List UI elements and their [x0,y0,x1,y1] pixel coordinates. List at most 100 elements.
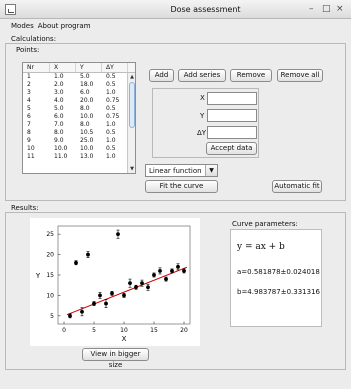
table-row[interactable]: 9 9.0 25.0 1.0 [23,137,135,145]
point-marker [134,285,138,290]
table-cell: 18.0 [80,81,94,88]
function-select-value: Linear function [149,167,202,175]
calculations-label: Calculations: [11,35,57,43]
chevron-down-icon[interactable]: ▼ [205,165,217,176]
col-header-x[interactable]: X [50,63,76,72]
table-row[interactable]: 10 10.0 10.0 0.5 [23,145,135,153]
y-tick-label: 5 [50,313,54,320]
table-cell: 0.5 [106,73,116,80]
col-header-y[interactable]: Y [76,63,102,72]
table-row[interactable]: 8 8.0 10.5 0.5 [23,129,135,137]
y-tick-label: 25 [46,231,54,238]
points-table[interactable]: Nr X Y ΔY 1 1.0 5.0 0.5 2 2.0 18.0 0.5 3 3.0 6.0 1.… [22,62,136,174]
table-cell: 0.75 [106,113,120,120]
table-cell: 10.5 [80,129,94,136]
table-cell: 3.0 [54,89,64,96]
curve-parameters-label: Curve parameters: [232,220,298,228]
x-axis-label: X [122,335,127,343]
table-cell: 10.0 [80,113,94,120]
add-series-button[interactable]: Add series [178,69,226,82]
automatic-fit-button[interactable]: Automatic fit [272,180,322,193]
param-b: b=4.983787±0.331316 [237,288,320,296]
table-cell: 5 [27,105,31,112]
point-marker [104,301,108,306]
table-cell: 0.5 [106,81,116,88]
point-marker [158,269,162,273]
table-cell: 1.0 [106,121,116,128]
table-cell: 11.0 [54,153,68,160]
dy-input[interactable] [207,126,257,139]
y-input[interactable] [207,109,257,122]
table-cell: 0.75 [106,97,120,104]
x-label: X [200,94,205,102]
maximize-icon[interactable]: □ [322,4,331,15]
results-label: Results: [11,204,39,212]
point-marker [146,285,150,290]
point-marker [152,273,156,277]
point-marker [164,277,168,281]
point-marker [176,264,180,269]
plot-frame [57,225,191,325]
x-input[interactable] [207,92,257,105]
minimize-icon[interactable]: – [309,4,314,15]
add-button[interactable]: Add [149,69,174,82]
point-marker [128,281,132,286]
table-cell: 1.0 [54,73,64,80]
table-cell: 25.0 [80,137,94,144]
x-tick-label: 0 [62,327,66,334]
table-row[interactable]: 5 5.0 8.0 0.5 [23,105,135,113]
menu-bar: Modes About program [0,21,351,32]
table-cell: 2 [27,81,31,88]
table-cell: 3 [27,89,31,96]
col-header-nr[interactable]: Nr [23,63,50,72]
scroll-up-icon[interactable]: ▲ [128,73,135,81]
table-cell: 10 [27,145,35,152]
scroll-thumb[interactable] [129,82,135,128]
table-row[interactable]: 6 6.0 10.0 0.75 [23,113,135,121]
table-row[interactable]: 11 11.0 13.0 1.0 [23,153,135,161]
table-row[interactable]: 4 4.0 20.0 0.75 [23,97,135,105]
points-label: Points: [16,46,40,54]
menu-about[interactable]: About program [38,21,91,32]
y-tick-label: 15 [46,272,54,279]
point-marker [98,293,102,298]
view-bigger-button[interactable]: View in bigger size [82,348,149,369]
table-cell: 5.0 [80,73,90,80]
table-cell: 20.0 [80,97,94,104]
table-row[interactable]: 3 3.0 6.0 1.0 [23,89,135,97]
scroll-down-icon[interactable]: ▼ [128,165,135,173]
table-cell: 9 [27,137,31,144]
window-title: Dose assessment [170,5,241,14]
table-cell: 6 [27,113,31,120]
table-cell: 6.0 [80,89,90,96]
point-marker [182,269,186,273]
remove-all-button[interactable]: Remove all [277,69,323,82]
table-cell: 7 [27,121,31,128]
table-header: Nr X Y ΔY [23,63,135,73]
curve-parameters-panel: y = ax + b a=0.581878±0.024018 b=4.98378… [230,229,322,327]
table-cell: 0.5 [106,129,116,136]
table-cell: 1.0 [106,153,116,160]
menu-modes[interactable]: Modes [11,21,34,32]
table-row[interactable]: 7 7.0 8.0 1.0 [23,121,135,129]
table-cell: 8.0 [54,129,64,136]
close-icon[interactable]: × [336,4,344,15]
table-cell: 4 [27,97,31,104]
table-cell: 8.0 [80,105,90,112]
accept-data-button[interactable]: Accept data [206,142,257,155]
x-tick-label: 5 [92,327,96,334]
x-tick-label: 10 [120,327,128,334]
table-cell: 10.0 [80,145,94,152]
table-row[interactable]: 2 2.0 18.0 0.5 [23,81,135,89]
point-marker [74,260,78,265]
function-select[interactable]: Linear function ▼ [145,164,218,177]
table-cell: 8 [27,129,31,136]
x-tick-label: 20 [180,327,188,334]
remove-button[interactable]: Remove [230,69,272,82]
col-header-dy[interactable]: ΔY [102,63,128,72]
table-cell: 8.0 [80,121,90,128]
fit-curve-button[interactable]: Fit the curve [145,180,218,193]
table-row[interactable]: 1 1.0 5.0 0.5 [23,73,135,81]
table-cell: 2.0 [54,81,64,88]
table-scrollbar[interactable]: ▲ ▼ [127,73,135,173]
